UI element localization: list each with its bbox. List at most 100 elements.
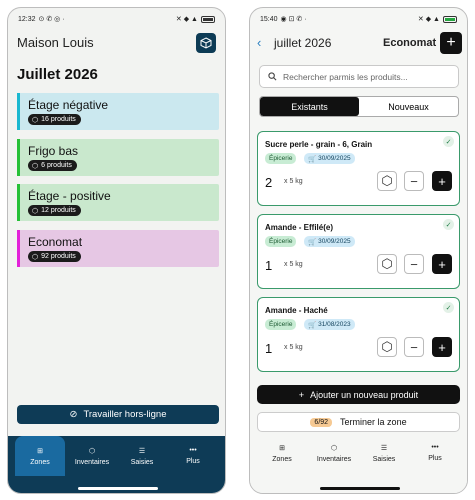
zone-card-etage-negative[interactable]: Étage négative ⬡ 16 produits bbox=[17, 93, 219, 130]
wifi-off-icon: ⊘ bbox=[69, 409, 78, 420]
inventory-cube-button[interactable] bbox=[196, 33, 216, 53]
search-icon bbox=[268, 72, 277, 81]
phone-zones-screen: 12:32 ⊙ ✆ ◎ · ✕ ◆ ▲ Maison Louis Juillet … bbox=[7, 7, 226, 494]
nav-label: Saisies bbox=[130, 458, 154, 466]
finish-zone-button[interactable]: 6/92 Terminer la zone bbox=[257, 412, 460, 432]
nav-saisies[interactable]: ☰ Saisies bbox=[117, 436, 167, 476]
package-button[interactable]: ⬡ bbox=[377, 171, 397, 191]
signal-icons: ✕ ◆ ▲ bbox=[417, 16, 440, 23]
zone-card-etage-positive[interactable]: Étage - positive ⬡ 12 produits bbox=[17, 184, 219, 221]
nav-zones[interactable]: ⊞ Zones bbox=[15, 436, 65, 476]
increment-button[interactable]: + bbox=[432, 337, 452, 357]
status-time: 15:40 bbox=[260, 15, 278, 23]
nav-label: Zones bbox=[272, 455, 292, 463]
zone-name: Economat bbox=[28, 235, 83, 249]
nav-inventaires[interactable]: ⬡ Inventaires bbox=[67, 436, 117, 476]
plus-icon: + bbox=[438, 256, 446, 272]
nav-label: Plus bbox=[186, 458, 200, 465]
decrement-button[interactable]: − bbox=[404, 337, 424, 357]
box-icon: ⬡ bbox=[381, 339, 393, 354]
cube-icon: ⬡ bbox=[330, 444, 338, 452]
app-title: Maison Louis bbox=[17, 35, 94, 50]
cube-icon: ⬡ bbox=[88, 447, 96, 455]
product-count-badge: ⬡ 16 produits bbox=[28, 114, 81, 125]
minus-icon: − bbox=[410, 256, 418, 272]
zone-name: Étage négative bbox=[28, 98, 109, 112]
home-indicator bbox=[320, 487, 400, 490]
date-label: 30/09/2025 bbox=[318, 155, 351, 162]
cart-icon: 🛒 bbox=[308, 238, 317, 246]
back-chevron-icon[interactable]: ‹ bbox=[257, 35, 261, 50]
zone-accent-bar bbox=[17, 93, 20, 130]
date-tag: 🛒 30/09/2025 bbox=[304, 236, 355, 247]
product-name: Amande - Haché bbox=[265, 306, 328, 315]
box-icon: ⬡ bbox=[32, 207, 39, 215]
box-icon: ⬡ bbox=[32, 253, 39, 261]
notification-icons: ⊙ ✆ ◎ · bbox=[38, 16, 65, 23]
finish-zone-label: Terminer la zone bbox=[340, 417, 407, 427]
work-offline-label: Travailler hors-ligne bbox=[83, 409, 167, 420]
month-heading: Juillet 2026 bbox=[17, 66, 98, 83]
box-icon: ⬡ bbox=[381, 173, 393, 188]
cart-icon: 🛒 bbox=[308, 155, 317, 163]
nav-label: Inventaires bbox=[74, 458, 110, 466]
tab-existants[interactable]: Existants bbox=[260, 97, 359, 116]
nav-label: Zones bbox=[30, 458, 50, 466]
month-title: juillet 2026 bbox=[274, 36, 332, 50]
box-icon: ⬡ bbox=[32, 116, 39, 124]
decrement-button[interactable]: − bbox=[404, 171, 424, 191]
category-tag: Épicerie bbox=[265, 153, 297, 164]
grid-icon: ⊞ bbox=[37, 447, 43, 455]
increment-button[interactable]: + bbox=[432, 171, 452, 191]
add-new-product-button[interactable]: + Ajouter un nouveau produit bbox=[257, 385, 460, 404]
battery-icon bbox=[443, 15, 457, 23]
increment-button[interactable]: + bbox=[432, 254, 452, 274]
minus-icon: − bbox=[410, 339, 418, 355]
list-check-icon: ☰ bbox=[138, 447, 146, 455]
status-time: 12:32 bbox=[18, 15, 36, 23]
product-card: Sucre perle - grain - 6, Grain ✓ Épiceri… bbox=[257, 131, 460, 206]
nav-inventaires[interactable]: ⬡ Inventaires bbox=[309, 433, 359, 473]
zone-card-economat[interactable]: Economat ⬡ 92 produits bbox=[17, 230, 219, 267]
product-count-label: 6 produits bbox=[41, 162, 72, 169]
nav-plus[interactable]: ••• Plus bbox=[410, 433, 460, 473]
tab-nouveaux[interactable]: Nouveaux bbox=[359, 97, 458, 116]
more-dots-icon: ••• bbox=[189, 447, 197, 454]
nav-zones[interactable]: ⊞ Zones bbox=[257, 433, 307, 473]
search-input[interactable]: Rechercher parmis les produits... bbox=[259, 65, 459, 88]
work-offline-button[interactable]: ⊘ Travailler hors-ligne bbox=[17, 405, 219, 424]
signal-icons: ✕ ◆ ▲ bbox=[175, 16, 198, 23]
cube-icon bbox=[200, 37, 212, 49]
nav-plus[interactable]: ••• Plus bbox=[168, 436, 218, 476]
status-bar: 15:40 ◉ ⊡ ✆ · ✕ ◆ ▲ bbox=[260, 13, 457, 25]
tab-switch: Existants Nouveaux bbox=[259, 96, 459, 117]
nav-saisies[interactable]: ☰ Saisies bbox=[359, 433, 409, 473]
date-tag: 🛒 31/08/2023 bbox=[304, 319, 355, 330]
grid-icon: ⊞ bbox=[279, 444, 285, 452]
product-name: Amande - Effilé(e) bbox=[265, 223, 334, 232]
product-count-label: 12 produits bbox=[41, 207, 76, 214]
category-tag: Épicerie bbox=[265, 236, 297, 247]
phone-zone-detail-screen: 15:40 ◉ ⊡ ✆ · ✕ ◆ ▲ ‹ juillet 2026 Econom… bbox=[249, 7, 468, 494]
zone-accent-bar bbox=[17, 184, 20, 221]
decrement-button[interactable]: − bbox=[404, 254, 424, 274]
quantity-value: 1 bbox=[265, 258, 273, 273]
list-check-icon: ☰ bbox=[380, 444, 388, 452]
quantity-unit: x 5 kg bbox=[284, 261, 303, 268]
product-card: Amande - Haché ✓ Épicerie 🛒 31/08/2023 1 … bbox=[257, 297, 460, 372]
add-button[interactable]: + bbox=[440, 32, 462, 54]
date-label: 30/09/2025 bbox=[318, 238, 351, 245]
quantity-unit: x 5 kg bbox=[284, 344, 303, 351]
bottom-navigation: ⊞ Zones ⬡ Inventaires ☰ Saisies ••• Plus bbox=[8, 436, 225, 493]
bottom-navigation: ⊞ Zones ⬡ Inventaires ☰ Saisies ••• Plus bbox=[250, 433, 467, 493]
product-name: Sucre perle - grain - 6, Grain bbox=[265, 140, 373, 149]
zone-name: Étage - positive bbox=[28, 189, 111, 203]
check-icon: ✓ bbox=[443, 302, 454, 313]
package-button[interactable]: ⬡ bbox=[377, 254, 397, 274]
package-button[interactable]: ⬡ bbox=[377, 337, 397, 357]
zone-card-frigo-bas[interactable]: Frigo bas ⬡ 6 produits bbox=[17, 139, 219, 176]
check-icon: ✓ bbox=[443, 219, 454, 230]
plus-icon: + bbox=[446, 34, 456, 51]
cart-icon: 🛒 bbox=[308, 321, 317, 329]
minus-icon: − bbox=[410, 173, 418, 189]
